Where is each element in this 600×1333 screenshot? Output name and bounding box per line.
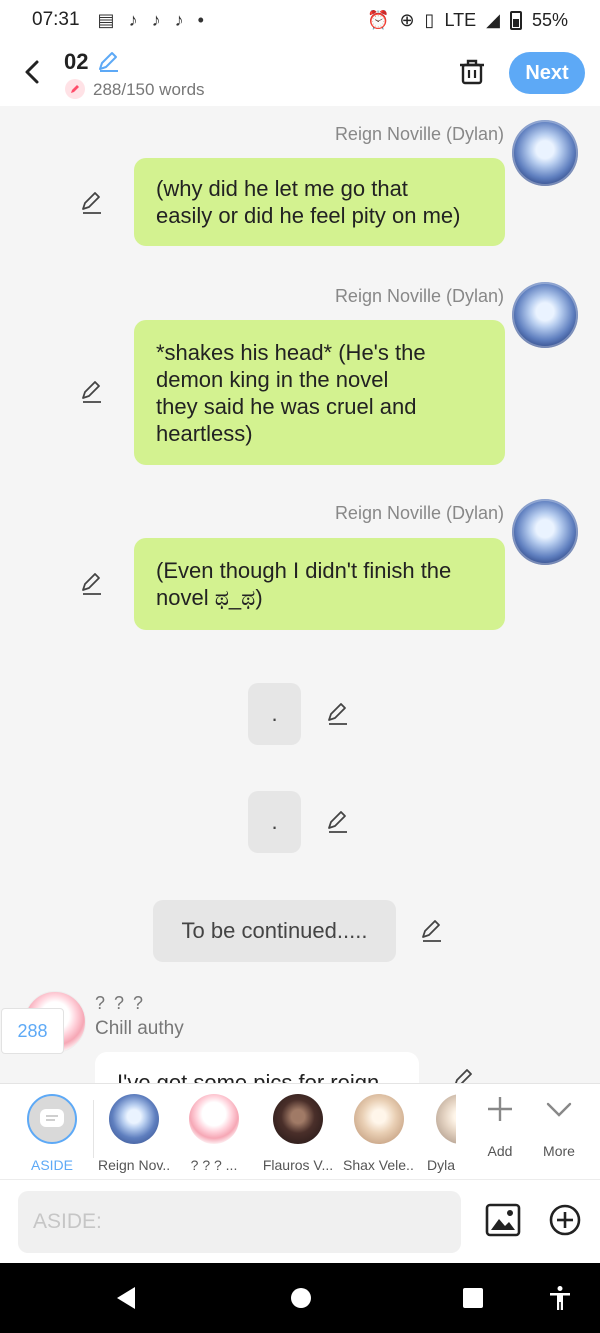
character-shax[interactable]: Shax Vele... (343, 1094, 415, 1173)
accessibility-icon[interactable] (548, 1285, 572, 1311)
count-badge[interactable]: 288 (1, 1008, 64, 1054)
alarm-icon: ⏰ (367, 9, 390, 30)
more-label: More (543, 1143, 575, 1159)
image-icon[interactable] (485, 1202, 521, 1238)
vibrate-icon: ▯ (424, 9, 435, 30)
data-saver-icon: ⊕ (399, 9, 415, 30)
edit-icon[interactable] (80, 380, 104, 404)
character-label: ? ? ? ... (190, 1157, 238, 1173)
back-nav-icon[interactable] (114, 1285, 138, 1311)
avatar[interactable] (512, 282, 578, 348)
edit-icon[interactable] (326, 810, 350, 834)
avatar[interactable] (512, 120, 578, 186)
news-icon: ▤ (97, 9, 115, 30)
chevron-down-icon (546, 1102, 572, 1117)
sender-subtitle: Chill authy (95, 1018, 184, 1039)
battery-icon (509, 10, 522, 30)
narration-bubble[interactable]: . (248, 791, 301, 853)
character-label: Flauros V... (262, 1157, 334, 1173)
tiktok-icon: ♪ (128, 9, 138, 30)
message-bubble[interactable]: (why did he let me go that easily or did… (134, 158, 505, 246)
message-bubble[interactable]: (Even though I didn't finish the novel ಥ… (134, 538, 505, 630)
sender-name: Reign Noville (Dylan) (334, 503, 504, 523)
character-reign[interactable]: Reign Nov... (98, 1094, 170, 1173)
character-unknown[interactable]: ? ? ? ... (178, 1094, 250, 1173)
avatar (189, 1094, 239, 1144)
aside-chat-icon (27, 1094, 77, 1144)
top-header: 02 288/150 words Next (0, 40, 600, 106)
aside-input[interactable] (18, 1191, 461, 1253)
plus-icon (488, 1097, 512, 1121)
avatar[interactable] (512, 499, 578, 565)
character-label: ASIDE (30, 1157, 73, 1173)
character-bar: ASIDE Reign Nov... ? ? ? ... Flauros V..… (0, 1083, 600, 1179)
message-bubble[interactable]: I've got some pics for reign (95, 1052, 419, 1083)
home-nav-icon[interactable] (289, 1285, 313, 1311)
input-bar (0, 1179, 600, 1263)
system-nav-bar (0, 1263, 600, 1333)
sender-name: Reign Noville (Dylan) (334, 286, 504, 306)
avatar (436, 1094, 456, 1144)
character-aside[interactable]: ASIDE (16, 1094, 88, 1173)
status-bar: 07:31 ▤ ♪ ♪ ♪ • ⏰ ⊕ ▯ LTE ◢ 55% (0, 0, 600, 40)
add-character-button[interactable]: Add (470, 1094, 530, 1159)
narration-bubble[interactable]: To be continued..... (153, 900, 396, 962)
recents-nav-icon[interactable] (461, 1285, 485, 1311)
character-flauros[interactable]: Flauros V... (262, 1094, 334, 1173)
edit-icon[interactable] (80, 191, 104, 215)
character-label: Shax Vele... (343, 1157, 415, 1173)
tiktok-icon: ♪ (174, 9, 184, 30)
character-dylan[interactable]: Dyla (420, 1094, 456, 1173)
character-label: Reign Nov... (98, 1157, 170, 1173)
message-bubble[interactable]: *shakes his head* (He's the demon king i… (134, 320, 505, 465)
narration-bubble[interactable]: . (248, 683, 301, 745)
avatar (273, 1094, 323, 1144)
network-label: LTE (444, 9, 477, 30)
more-button[interactable]: More (529, 1094, 589, 1159)
edit-icon[interactable] (452, 1068, 476, 1083)
battery-level: 55% (531, 9, 568, 30)
dot-icon: • (197, 9, 204, 30)
next-button[interactable]: Next (509, 52, 585, 94)
edit-icon[interactable] (326, 702, 350, 726)
sender-name: ? ? ? (95, 993, 146, 1013)
word-count: 288/150 words (93, 80, 205, 99)
back-arrow-icon[interactable] (18, 54, 46, 90)
divider (93, 1100, 94, 1158)
notification-icons: ▤ ♪ ♪ ♪ • (98, 10, 204, 31)
edit-icon[interactable] (80, 572, 104, 596)
trash-icon[interactable] (458, 56, 486, 86)
status-time: 07:31 (32, 9, 80, 30)
edit-title-icon[interactable] (96, 49, 120, 73)
character-label: Dyla (427, 1157, 456, 1173)
story-title[interactable]: 02 (64, 49, 88, 75)
signal-icon: ◢ (486, 9, 500, 30)
edit-icon[interactable] (420, 919, 444, 943)
add-circle-icon[interactable] (548, 1203, 582, 1237)
tiktok-icon: ♪ (151, 9, 161, 30)
chat-area[interactable]: Reign Noville (Dylan) (why did he let me… (0, 106, 600, 1083)
avatar (109, 1094, 159, 1144)
avatar (354, 1094, 404, 1144)
pencil-badge-icon (65, 79, 85, 99)
add-label: Add (487, 1143, 513, 1159)
sender-name: Reign Noville (Dylan) (334, 124, 504, 144)
